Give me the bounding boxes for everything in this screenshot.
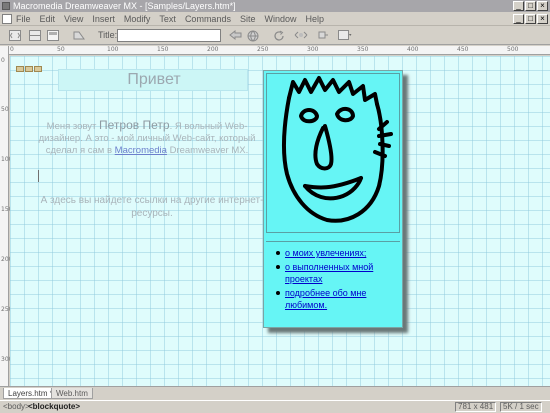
ruler-tick-label: 400 [407, 46, 419, 53]
window-title: Macromedia Dreamweaver MX - [Samples/Lay… [13, 1, 236, 11]
window-size-readout[interactable]: 781 x 481 [455, 402, 497, 412]
hobbies-link[interactable]: о моих увлечениях; [285, 248, 366, 258]
tag-selector-blockquote[interactable]: <blockquote> [28, 401, 80, 413]
code-navigation-icon[interactable] [316, 29, 330, 42]
bullet-icon [276, 291, 280, 295]
bullet-icon [276, 265, 280, 269]
list-item: подробнее обо мне любимом. [274, 287, 398, 311]
dreamweaver-app-icon[interactable] [2, 2, 10, 10]
intro-paragraph[interactable]: Меня зовут Петров Петр. Я вольный Web-ди… [27, 119, 267, 157]
macromedia-link[interactable]: Macromedia [115, 145, 167, 156]
window-controls: _ □ × [512, 1, 548, 11]
status-bar: <body> <blockquote> 781 x 481 5K / 1 sec [0, 400, 550, 413]
doc-maximize-button[interactable]: □ [525, 14, 536, 24]
about-me-link[interactable]: подробнее обо мне любимом. [285, 288, 366, 310]
page-title-input[interactable] [117, 29, 221, 42]
document-window-controls: _ □ × [512, 14, 548, 24]
tab-layers[interactable]: Layers.htm * [3, 388, 58, 399]
layer-markers [16, 66, 42, 72]
split-view-icon[interactable] [28, 29, 42, 42]
minimize-button[interactable]: _ [513, 1, 524, 11]
horizontal-ruler: 0 50 100 150 200 250 300 350 400 450 500 [9, 46, 550, 55]
vertical-ruler: 0 50 100 150 200 250 300 [0, 46, 12, 386]
menu-bar: File Edit View Insert Modify Text Comman… [0, 12, 550, 26]
download-time-readout: 5K / 1 sec [500, 402, 542, 412]
ruler-tick-label: 300 [307, 46, 319, 53]
ruler-tick-label: 500 [507, 46, 519, 53]
links-list: о моих увлечениях; о выполненных мной пр… [274, 247, 398, 313]
menu-text[interactable]: Text [159, 13, 176, 25]
ruler-tick-label: 450 [457, 46, 469, 53]
design-canvas[interactable]: Привет Меня зовут Петров Петр. Я вольный… [10, 56, 550, 386]
doc-minimize-button[interactable]: _ [513, 14, 524, 24]
ruler-tick-label: 350 [357, 46, 369, 53]
layer-marker-icon[interactable] [34, 66, 42, 72]
heading-layer[interactable]: Привет [58, 69, 248, 91]
face-drawing [281, 76, 393, 223]
links-note[interactable]: А здесь вы найдете ссылки на другие инте… [32, 194, 272, 220]
menu-edit[interactable]: Edit [40, 13, 56, 25]
ruler-tick-label: 50 [57, 46, 65, 53]
ruler-tick-label: 100 [107, 46, 119, 53]
server-debug-icon[interactable] [72, 29, 86, 42]
code-view-icon[interactable] [8, 29, 22, 42]
ruler-tick-label: 50 [1, 106, 9, 113]
ruler-tick-label: 0 [1, 57, 5, 64]
ruler-tick-label: 250 [257, 46, 269, 53]
menu-items: File Edit View Insert Modify Text Comman… [16, 13, 324, 25]
menu-view[interactable]: View [64, 13, 83, 25]
page-heading: Привет [127, 71, 181, 88]
bullet-icon [276, 251, 280, 255]
intro-text: Меня зовут [46, 121, 100, 132]
list-item: о выполненных мной проектах [274, 261, 398, 285]
document-icon[interactable] [2, 14, 12, 24]
reference-icon[interactable] [294, 29, 308, 42]
layer-marker-icon[interactable] [25, 66, 33, 72]
title-bar: Macromedia Dreamweaver MX - [Samples/Lay… [0, 0, 550, 12]
list-item: о моих увлечениях; [274, 247, 398, 259]
preview-in-browser-icon[interactable] [246, 29, 260, 42]
author-name: Петров Петр [99, 118, 170, 132]
menu-file[interactable]: File [16, 13, 31, 25]
maximize-button[interactable]: □ [525, 1, 536, 11]
layer-divider [266, 241, 400, 242]
text-cursor [38, 170, 39, 182]
menu-window[interactable]: Window [264, 13, 296, 25]
menu-commands[interactable]: Commands [185, 13, 231, 25]
ruler-tick-label: 0 [10, 46, 14, 53]
title-label: Title: [98, 30, 118, 40]
right-layer[interactable]: о моих увлечениях; о выполненных мной пр… [263, 70, 403, 328]
ruler-tick-label: 200 [207, 46, 219, 53]
view-options-icon[interactable] [338, 29, 352, 42]
projects-link[interactable]: о выполненных мной проектах [285, 262, 373, 284]
tag-selector-body[interactable]: <body> [3, 401, 30, 413]
document-tabs: Layers.htm * Web.htm [0, 386, 550, 399]
doc-close-button[interactable]: × [537, 14, 548, 24]
layer-marker-icon[interactable] [16, 66, 24, 72]
menu-modify[interactable]: Modify [124, 13, 151, 25]
menu-insert[interactable]: Insert [92, 13, 115, 25]
intro-text: Dreamweaver MX. [166, 145, 249, 156]
refresh-icon[interactable] [272, 29, 286, 42]
tab-web[interactable]: Web.htm [51, 388, 93, 399]
design-view-icon[interactable] [46, 29, 60, 42]
menu-site[interactable]: Site [240, 13, 256, 25]
face-image[interactable] [266, 73, 400, 233]
ruler-tick-label: 150 [157, 46, 169, 53]
document-toolbar: Title: [0, 27, 550, 45]
file-management-icon[interactable] [228, 29, 242, 42]
menu-help[interactable]: Help [305, 13, 324, 25]
close-button[interactable]: × [537, 1, 548, 11]
